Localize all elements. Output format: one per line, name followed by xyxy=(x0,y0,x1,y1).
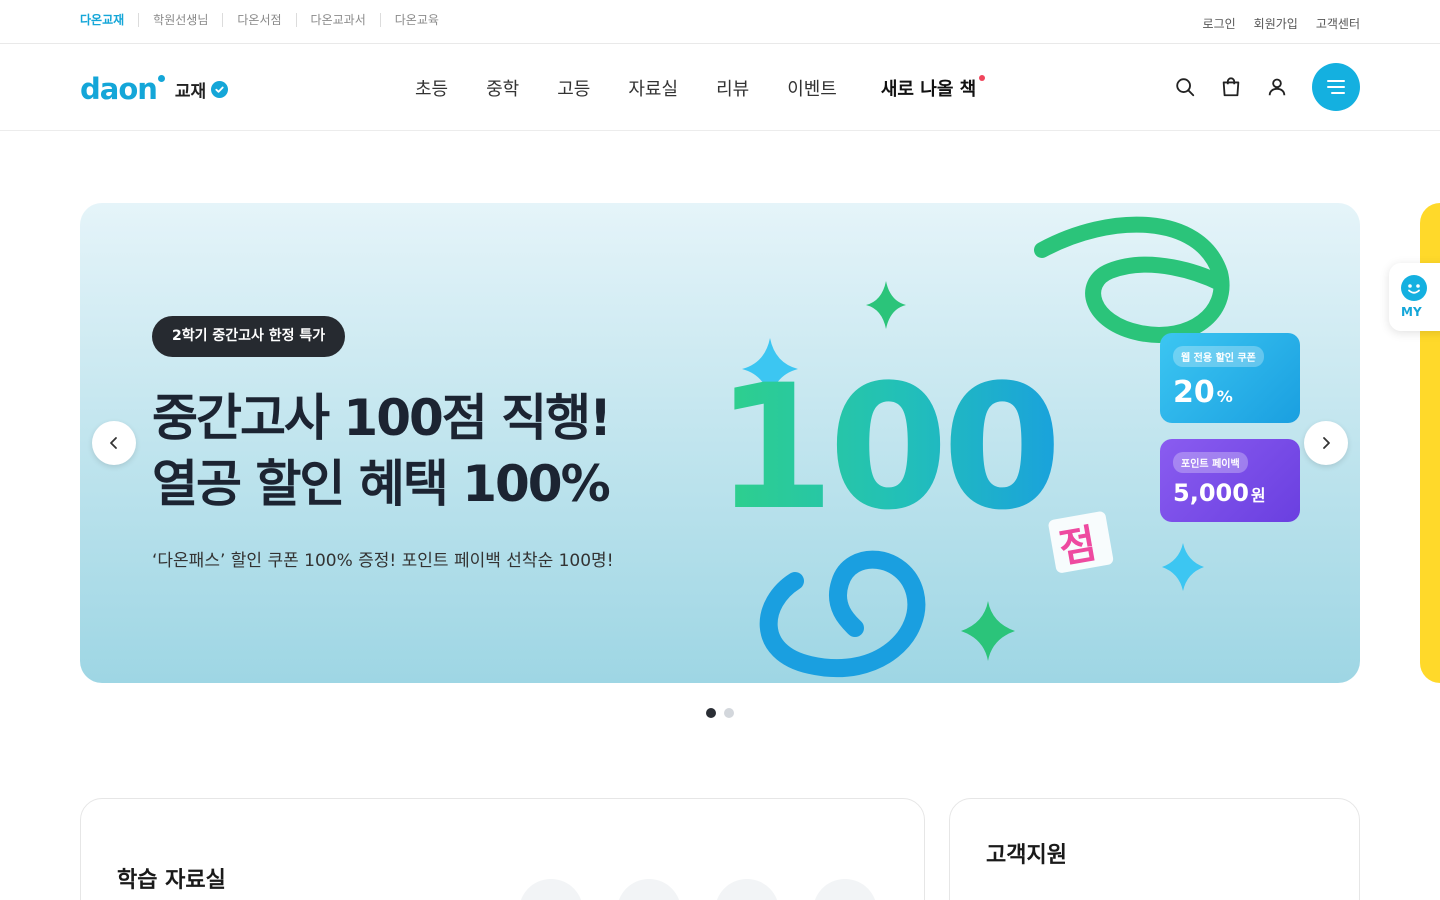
user-utility-links: 로그인 회원가입 고객센터 xyxy=(1203,15,1360,32)
sparkle-icon xyxy=(866,281,906,329)
score-char: 점 xyxy=(1056,521,1100,573)
site-logo[interactable]: daon 교재 xyxy=(80,72,229,106)
score-sticker: 점 xyxy=(1048,511,1114,573)
coupon-value: 20% xyxy=(1173,375,1233,410)
signup-link[interactable]: 회원가입 xyxy=(1254,15,1298,32)
coupon-card-discount: 웹 전용 할인 쿠폰 20% xyxy=(1160,333,1300,423)
search-icon[interactable] xyxy=(1162,63,1208,111)
resource-category-icon[interactable] xyxy=(617,879,681,900)
header-actions xyxy=(1162,63,1360,111)
green-swirl xyxy=(1034,216,1230,343)
logo-wordmark: daon xyxy=(80,72,165,106)
hamburger-menu-button[interactable] xyxy=(1312,63,1360,111)
carousel-dot-1[interactable] xyxy=(706,708,716,718)
nav-upcoming-books-label: 새로 나올 책 xyxy=(880,79,977,100)
shopping-bag-icon[interactable] xyxy=(1208,63,1254,111)
nav-reviews[interactable]: 리뷰 xyxy=(716,75,749,101)
coupon-value: 5,000 원 xyxy=(1173,479,1266,507)
nav-middle-school[interactable]: 중학 xyxy=(486,75,519,101)
hero-banner[interactable]: 100 점 2학기 중간고사 한정 특가 중간고사 100점 직행! 열공 할인… xyxy=(80,203,1360,683)
chevron-left-icon xyxy=(110,437,117,449)
coupon-tag: 포인트 페이백 xyxy=(1173,452,1248,473)
logo-subtitle: 교재 xyxy=(174,81,207,102)
nav-high-school[interactable]: 고등 xyxy=(557,75,590,101)
carousel-prev-button[interactable] xyxy=(92,421,136,465)
site-link-daon-textbook[interactable]: 다온교재 xyxy=(80,13,138,27)
study-resources-card: 학습 자료실 xyxy=(80,798,925,900)
my-quick-button[interactable]: MY xyxy=(1389,263,1440,331)
site-link-daon-bookstore[interactable]: 다온서점 xyxy=(222,13,295,27)
user-icon[interactable] xyxy=(1254,63,1300,111)
hamburger-icon xyxy=(1327,80,1345,94)
carousel-dot-2[interactable] xyxy=(724,708,734,718)
smile-face-icon xyxy=(1401,275,1427,301)
resource-category-icon[interactable] xyxy=(715,879,779,900)
blue-swirl xyxy=(759,550,926,678)
family-site-links: 다온교재 학원선생님 다온서점 다온교과서 다온교육 xyxy=(80,13,453,27)
coupon-card-payback: 포인트 페이백 5,000 원 xyxy=(1160,439,1300,522)
resource-category-icon[interactable] xyxy=(813,879,877,900)
resource-category-icon[interactable] xyxy=(519,879,583,900)
new-indicator-dot xyxy=(979,75,986,81)
coupon-tag: 웹 전용 할인 쿠폰 xyxy=(1173,346,1264,367)
customer-support-card: 고객지원 xyxy=(949,798,1360,900)
customer-support-title: 고객지원 xyxy=(986,843,1067,868)
hero-headline: 중간고사 100점 직행! 열공 할인 혜택 100% xyxy=(152,385,612,517)
login-link[interactable]: 로그인 xyxy=(1203,15,1236,32)
site-link-academy-teacher[interactable]: 학원선생님 xyxy=(138,13,222,27)
hero-headline-line-1: 중간고사 100점 직행! xyxy=(152,389,612,447)
nav-elementary[interactable]: 초등 xyxy=(415,75,448,101)
my-label: MY xyxy=(1401,305,1422,319)
hero-headline-line-2: 열공 할인 혜택 100% xyxy=(152,455,611,513)
chevron-right-icon xyxy=(1323,437,1330,449)
carousel-pagination xyxy=(706,708,734,718)
carousel-next-button[interactable] xyxy=(1304,421,1348,465)
site-link-daon-education[interactable]: 다온교육 xyxy=(379,13,453,27)
customer-center-link[interactable]: 고객센터 xyxy=(1316,15,1360,32)
top-utility-bar: 다온교재 학원선생님 다온서점 다온교과서 다온교육 로그인 회원가입 고객센터 xyxy=(0,0,1440,44)
main-navigation: 초등 중학 고등 자료실 리뷰 이벤트 새로 나올 책 xyxy=(415,75,1014,101)
study-resources-title: 학습 자료실 xyxy=(117,868,226,893)
nav-events[interactable]: 이벤트 xyxy=(787,75,837,101)
sparkle-icon xyxy=(961,601,1015,661)
site-link-daon-schoolbook[interactable]: 다온교과서 xyxy=(295,13,380,27)
nav-resources[interactable]: 자료실 xyxy=(628,75,678,101)
main-header: daon 교재 초등 중학 고등 자료실 리뷰 이벤트 새로 나올 책 xyxy=(0,44,1440,131)
promo-badge: 2학기 중간고사 한정 특가 xyxy=(152,316,346,357)
sparkle-icon xyxy=(1162,543,1204,591)
check-badge-icon xyxy=(211,80,229,98)
nav-upcoming-books[interactable]: 새로 나올 책 xyxy=(880,75,986,101)
hero-description: ‘다온패스’ 할인 쿠폰 100% 증정! 포인트 페이백 선착순 100명! xyxy=(152,551,614,571)
hero-big-number: 100 xyxy=(715,347,1056,548)
